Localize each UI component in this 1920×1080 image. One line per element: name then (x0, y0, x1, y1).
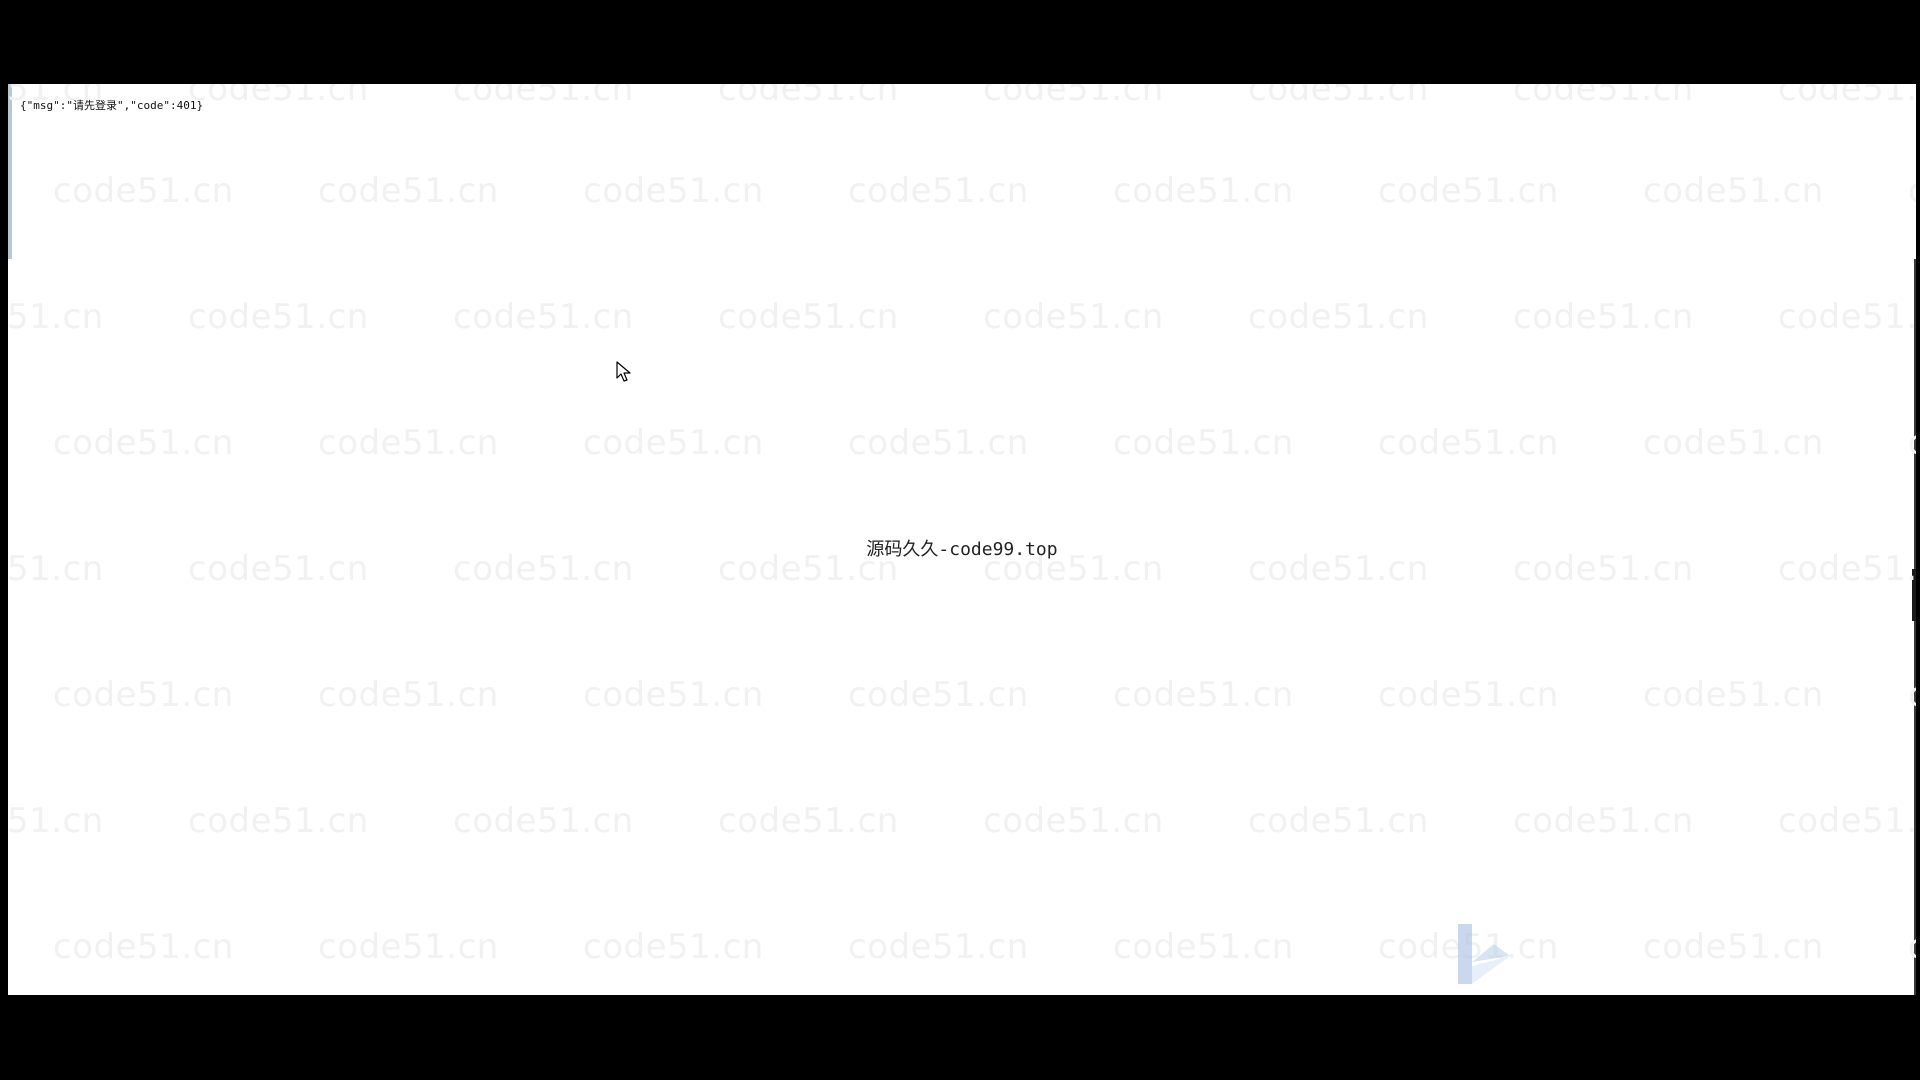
watermark-text: code51.cn (848, 675, 1029, 715)
watermark-text: code51.cn (983, 297, 1164, 337)
watermark-text: code51.cn (318, 171, 499, 211)
watermark-text: code51.cn (318, 675, 499, 715)
watermark-text: code51.cn (1643, 927, 1824, 967)
watermark-text: code51.cn (453, 297, 634, 337)
watermark-text: code51.cn (1643, 675, 1824, 715)
watermark-text: code51.cn (1643, 171, 1824, 211)
watermark-text: code51.cn (848, 423, 1029, 463)
scrollbar-thumb[interactable] (1912, 569, 1916, 621)
watermark-text: code51.cn (53, 171, 234, 211)
watermark-text: code51.cn (1378, 423, 1559, 463)
mouse-pointer-icon (616, 361, 631, 382)
watermark-text: code51.cn (718, 297, 899, 337)
watermark-text: code51.cn (8, 801, 104, 841)
watermark-text: code51.cn (188, 84, 369, 109)
watermark-text: code51.cn (983, 801, 1164, 841)
right-window-edge (1914, 259, 1916, 995)
watermark-text: code51.cn (583, 423, 764, 463)
watermark-text: code51.cn (318, 927, 499, 967)
watermark-text: code51.cn (453, 801, 634, 841)
browser-page: code51.cn code51.cn code51.cn code51.cn code… (8, 84, 1916, 995)
watermark-text: code51.cn (583, 171, 764, 211)
watermark-text: code51.cn (318, 423, 499, 463)
watermark-text: code51.cn (1513, 801, 1694, 841)
watermark-text: code51.cn (1513, 84, 1694, 109)
watermark-text: code51.cn (188, 801, 369, 841)
watermark-text: code51.cn (1113, 171, 1294, 211)
watermark-text: code51.cn (1513, 297, 1694, 337)
watermark-text: code51.cn (583, 927, 764, 967)
json-response-text: {"msg":"请先登录","code":401} (20, 99, 204, 112)
watermark-text: code51.cn (583, 675, 764, 715)
watermark-text: code51.cn (1113, 675, 1294, 715)
watermark-text: code51.cn (848, 927, 1029, 967)
center-caption: 源码久久-code99.top (866, 539, 1058, 560)
watermark-text: code51.cn (1113, 927, 1294, 967)
left-window-edge (8, 84, 12, 259)
watermark-text: code51.cn (453, 84, 634, 109)
corner-logo-icon (1458, 924, 1510, 984)
watermark-text: code51.cn (1248, 84, 1429, 109)
watermark-text: code51.cn (1248, 801, 1429, 841)
watermark-text: code51.cn (718, 801, 899, 841)
watermark-text: code51.cn (1248, 297, 1429, 337)
watermark-text: code51.cn (1643, 423, 1824, 463)
watermark-text: code51.cn (53, 675, 234, 715)
watermark-text: code51.cn (1778, 801, 1916, 841)
watermark-text: code51.cn (1378, 171, 1559, 211)
watermark-text: code51.cn (983, 84, 1164, 109)
screen-frame: code51.cn code51.cn code51.cn code51.cn code… (0, 0, 1920, 1080)
watermark-text: code51.cn (718, 84, 899, 109)
watermark-text: code51.cn (53, 927, 234, 967)
watermark-text: code51.cn (1113, 423, 1294, 463)
watermark-text: code51.cn (848, 171, 1029, 211)
watermark-text: code51.cn (1778, 297, 1916, 337)
watermark-text: code51.cn (1908, 174, 1916, 208)
watermark-text: code51.cn (1778, 84, 1916, 109)
watermark-text: code51.cn (1378, 675, 1559, 715)
watermark-text: code51.cn (8, 297, 104, 337)
watermark-text: code51.cn (53, 423, 234, 463)
watermark-text: code51.cn (188, 297, 369, 337)
